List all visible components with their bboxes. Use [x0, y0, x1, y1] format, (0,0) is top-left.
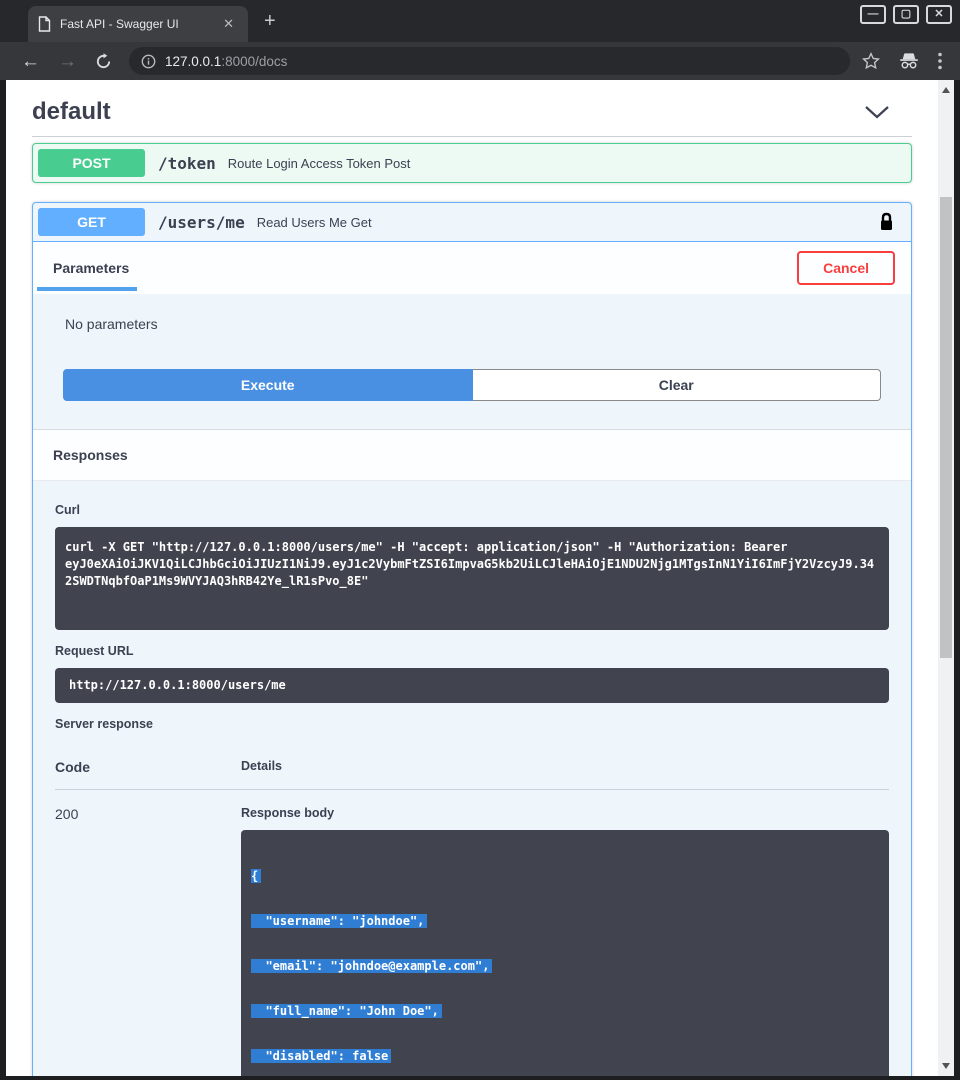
scroll-up-icon[interactable] [942, 87, 950, 93]
page-scrollbar[interactable] [938, 80, 954, 1076]
scrollbar-thumb[interactable] [940, 197, 952, 658]
incognito-icon [898, 52, 920, 70]
maximize-button[interactable]: ▢ [893, 5, 919, 24]
op-path-token: /token [158, 154, 216, 173]
tab-close-icon[interactable]: ✕ [219, 16, 238, 32]
url-host: 127.0.0.1 [165, 54, 221, 69]
browser-viewport: default POST /token Route Login Access T… [0, 80, 960, 1076]
op-summary-users-me: Read Users Me Get [257, 215, 372, 230]
server-response-row: 200 Response body { "username": "johndoe… [55, 790, 889, 1076]
parameters-header: Parameters Cancel [33, 242, 911, 294]
method-badge-post: POST [38, 149, 145, 177]
opblock-get-users-me: GET /users/me Read Users Me Get Paramete… [32, 202, 912, 1076]
responses-section-header: Responses [33, 429, 911, 481]
method-badge-get: GET [38, 208, 145, 236]
scroll-down-icon[interactable] [942, 1063, 950, 1069]
browser-window: Fast API - Swagger UI ✕ + — ▢ ✕ ← → 127.… [0, 0, 960, 1080]
json-line: "email": "johndoe@example.com", [251, 959, 879, 974]
bookmark-star-icon[interactable] [862, 52, 880, 70]
tag-section-header[interactable]: default [32, 80, 912, 136]
status-code: 200 [55, 806, 241, 1076]
browser-tab[interactable]: Fast API - Swagger UI ✕ [28, 6, 248, 42]
browser-menu-icon[interactable] [938, 52, 942, 70]
swagger-page: default POST /token Route Login Access T… [6, 80, 938, 1076]
opblock-get-header[interactable]: GET /users/me Read Users Me Get [33, 203, 911, 242]
reload-icon[interactable] [95, 53, 112, 70]
details-column-header: Details [241, 759, 889, 775]
json-line: "full_name": "John Doe", [251, 1004, 879, 1019]
responses-section-title: Responses [53, 447, 128, 463]
page-favicon-icon [38, 16, 51, 32]
close-button[interactable]: ✕ [926, 5, 952, 24]
execute-button[interactable]: Execute [63, 369, 473, 401]
curl-command-block[interactable]: curl -X GET "http://127.0.0.1:8000/users… [55, 527, 889, 630]
curl-label: Curl [55, 503, 889, 517]
no-parameters-text: No parameters [33, 294, 911, 332]
response-body-block[interactable]: { "username": "johndoe", "email": "johnd… [241, 830, 889, 1076]
tab-parameters[interactable]: Parameters [53, 260, 129, 276]
section-divider [32, 136, 912, 137]
active-tab-underline [37, 287, 137, 291]
request-url-label: Request URL [55, 644, 889, 658]
json-line: { [251, 869, 879, 884]
tab-title: Fast API - Swagger UI [60, 17, 219, 31]
responses-body: Curl curl -X GET "http://127.0.0.1:8000/… [33, 481, 911, 1076]
tag-title: default [32, 98, 111, 126]
browser-titlebar: Fast API - Swagger UI ✕ + — ▢ ✕ [0, 0, 960, 42]
json-line: "username": "johndoe", [251, 914, 879, 929]
request-url-value: http://127.0.0.1:8000/users/me [55, 668, 889, 703]
clear-button[interactable]: Clear [473, 369, 882, 401]
execute-row: Execute Clear [63, 369, 881, 401]
minimize-button[interactable]: — [860, 5, 886, 24]
op-path-users-me: /users/me [158, 213, 245, 232]
window-controls: — ▢ ✕ [860, 5, 952, 24]
url-path: :8000/docs [221, 54, 287, 69]
response-body-label: Response body [241, 806, 889, 820]
cancel-button[interactable]: Cancel [797, 251, 895, 285]
server-response-table-header: Code Details [55, 741, 889, 790]
chevron-down-icon[interactable] [864, 105, 890, 119]
auth-lock-button[interactable] [879, 212, 894, 232]
site-info-icon[interactable] [141, 54, 156, 69]
address-bar[interactable]: 127.0.0.1:8000/docs [129, 47, 850, 75]
code-column-header: Code [55, 759, 241, 775]
op-summary-token: Route Login Access Token Post [228, 156, 411, 171]
browser-toolbar: ← → 127.0.0.1:8000/docs [0, 42, 960, 80]
server-response-label: Server response [55, 717, 889, 731]
new-tab-button[interactable]: + [264, 6, 276, 36]
json-line: "disabled": false [251, 1049, 879, 1064]
lock-icon [879, 212, 894, 232]
toolbar-right [862, 52, 942, 70]
opblock-post-token[interactable]: POST /token Route Login Access Token Pos… [32, 143, 912, 183]
back-icon[interactable]: ← [21, 52, 40, 71]
forward-icon: → [58, 52, 77, 71]
